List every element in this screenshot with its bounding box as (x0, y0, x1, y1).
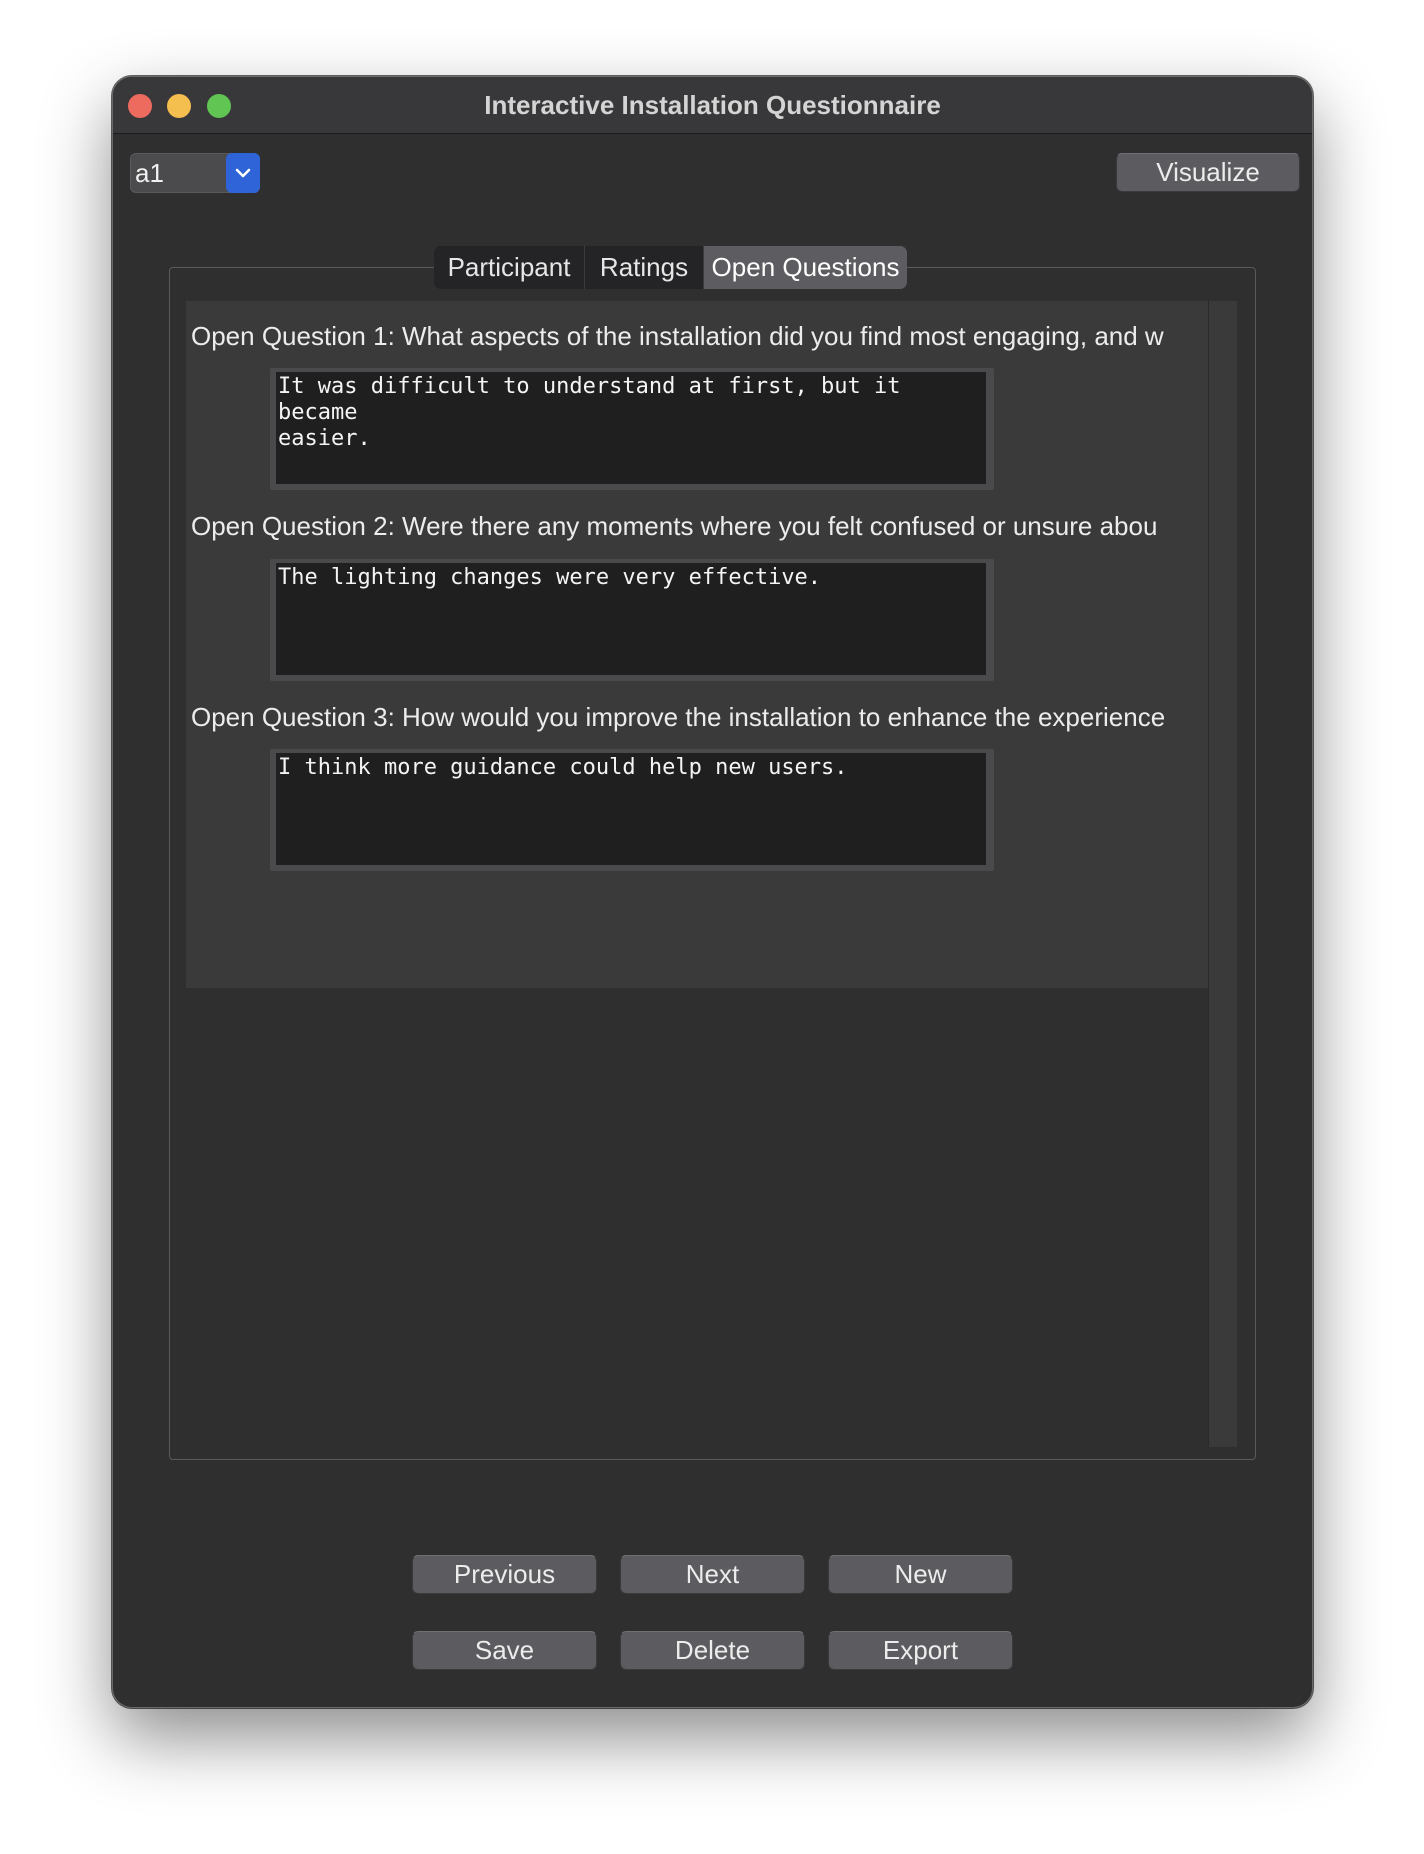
answer-textarea-2[interactable]: The lighting changes were very effective… (276, 563, 986, 675)
chevron-down-icon (235, 168, 251, 178)
answer-textarea-3[interactable]: I think more guidance could help new use… (276, 753, 986, 865)
participant-select[interactable]: a1 (130, 153, 260, 193)
previous-button[interactable]: Previous (412, 1555, 597, 1594)
open-questions-panel: Open Question 1: What aspects of the ins… (186, 301, 1208, 988)
delete-button[interactable]: Delete (620, 1631, 805, 1670)
question-label-2: Open Question 2: Were there any moments … (191, 511, 1158, 541)
answer-frame-3: I think more guidance could help new use… (270, 749, 994, 871)
question-label-3: Open Question 3: How would you improve t… (191, 702, 1166, 732)
save-button[interactable]: Save (412, 1631, 597, 1670)
new-button[interactable]: New (828, 1555, 1013, 1594)
answer-frame-1: It was difficult to understand at first,… (270, 368, 994, 490)
visualize-button[interactable]: Visualize (1116, 153, 1300, 192)
app-window: Interactive Installation Questionnaire a… (112, 76, 1313, 1708)
open-questions-scroll-area[interactable]: Open Question 1: What aspects of the ins… (186, 301, 1237, 1447)
participant-select-value: a1 (135, 158, 164, 188)
title-bar: Interactive Installation Questionnaire (113, 77, 1312, 134)
tab-ratings[interactable]: Ratings (585, 246, 704, 289)
answer-frame-2: The lighting changes were very effective… (270, 559, 994, 681)
question-label-1: Open Question 1: What aspects of the ins… (191, 321, 1164, 351)
next-button[interactable]: Next (620, 1555, 805, 1594)
export-button[interactable]: Export (828, 1631, 1013, 1670)
tab-open-questions[interactable]: Open Questions (704, 246, 907, 289)
vertical-scrollbar[interactable] (1208, 301, 1237, 1447)
window-title: Interactive Installation Questionnaire (484, 90, 941, 120)
dropdown-button[interactable] (226, 153, 260, 193)
tab-bar: Participant Ratings Open Questions (434, 246, 907, 289)
answer-textarea-1[interactable]: It was difficult to understand at first,… (276, 372, 986, 484)
tab-participant[interactable]: Participant (434, 246, 585, 289)
